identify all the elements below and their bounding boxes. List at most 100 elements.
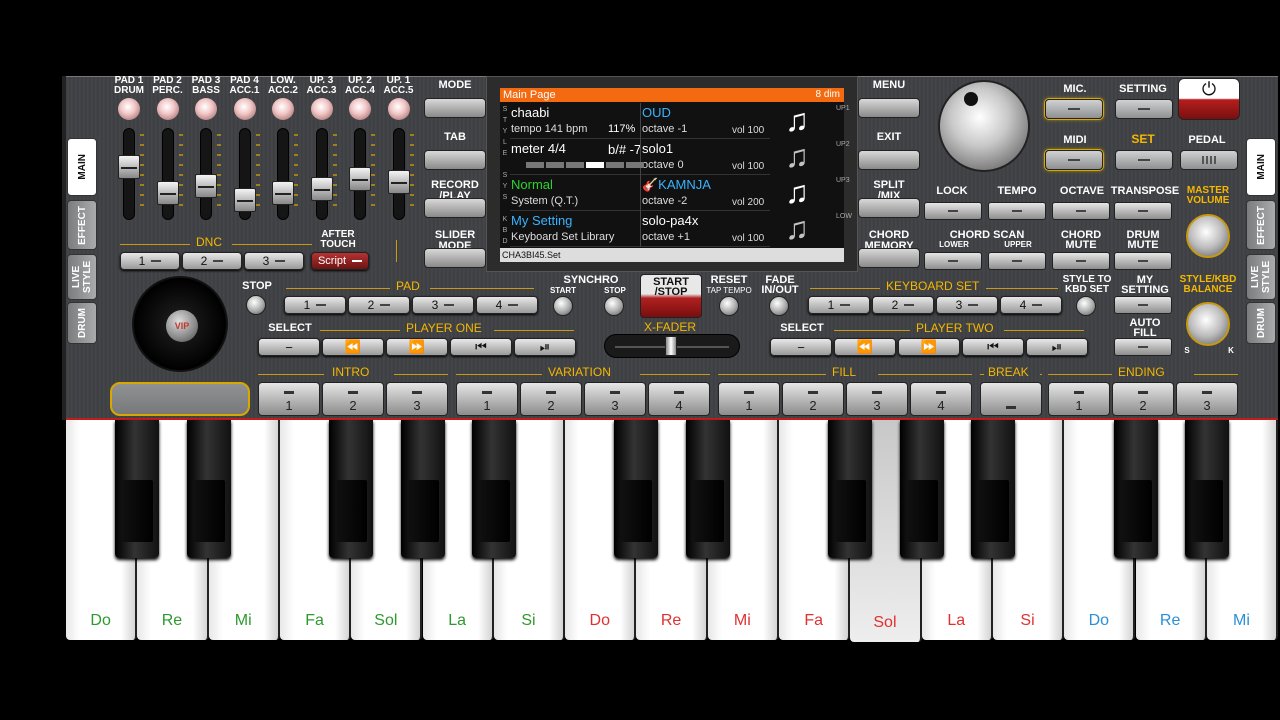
balance-knob[interactable] (1186, 302, 1230, 346)
forward-button[interactable]: ⏩ (898, 338, 960, 356)
fader-thumb[interactable] (195, 173, 217, 198)
black-key[interactable] (899, 420, 944, 558)
break-button-1[interactable] (980, 382, 1042, 416)
ending-button-3[interactable]: 3 (1176, 382, 1238, 416)
power-button[interactable]: ⏻ (1178, 78, 1240, 120)
transpose-button[interactable] (1114, 202, 1172, 220)
black-key[interactable] (970, 420, 1015, 558)
fader-thumb[interactable] (156, 180, 179, 205)
fill-button-1[interactable]: 1 (718, 382, 780, 416)
chord-mute-button[interactable] (1052, 252, 1110, 270)
black-key[interactable] (329, 420, 374, 558)
kbd-set-button-4[interactable]: 4 (1000, 296, 1062, 314)
fill-button-2[interactable]: 2 (782, 382, 844, 416)
vip-jog[interactable]: VIP (132, 276, 228, 372)
previous-button[interactable]: ⏮ (962, 338, 1024, 356)
display-row[interactable]: chaabi tempo 141 bpm 117% OUD octave -1 vol 1… (510, 103, 770, 139)
pad-knob[interactable] (349, 98, 371, 120)
previous-button[interactable]: ⏮ (450, 338, 512, 356)
play-stop-button[interactable]: ⏯ (514, 338, 576, 356)
fader-thumb[interactable] (349, 166, 371, 191)
black-key[interactable] (471, 420, 516, 558)
text-field[interactable] (110, 382, 250, 416)
style-to-kbd-knob[interactable] (1076, 296, 1096, 316)
play-stop-button[interactable]: ⏯ (1026, 338, 1088, 356)
lock-button[interactable] (924, 202, 982, 220)
menu-mode-button[interactable] (424, 98, 486, 118)
pad-knob[interactable] (310, 98, 333, 120)
menu-record-play-button[interactable] (424, 198, 486, 218)
script-button[interactable]: Script (311, 252, 369, 270)
intro-button-1[interactable]: 1 (258, 382, 320, 416)
menu-split-mix-button[interactable] (858, 198, 920, 218)
jog-wheel[interactable] (938, 80, 1030, 172)
pad-button-3[interactable]: 3 (412, 296, 474, 314)
pad-knob[interactable] (233, 98, 256, 120)
black-key[interactable] (115, 420, 160, 558)
tempo-down-button[interactable] (988, 202, 1046, 220)
fill-button-4[interactable]: 4 (910, 382, 972, 416)
pad-knob[interactable] (195, 98, 217, 120)
fader-thumb[interactable] (233, 187, 256, 212)
ending-button-2[interactable]: 2 (1112, 382, 1174, 416)
chord-scan-lower-button[interactable] (924, 252, 982, 270)
display-row[interactable]: My Setting Keyboard Set Library solo-pa4x o… (510, 211, 770, 247)
start-stop-button[interactable]: START /STOP (640, 274, 702, 318)
pad-knob[interactable] (118, 98, 140, 120)
mic-button[interactable] (1045, 99, 1103, 119)
setting-button[interactable] (1115, 99, 1173, 119)
black-key[interactable] (1113, 420, 1158, 558)
intro-button-2[interactable]: 2 (322, 382, 384, 416)
side-tab-main[interactable]: MAIN (67, 138, 97, 196)
fader-thumb[interactable] (310, 177, 333, 201)
side-tab-main[interactable]: MAIN (1246, 138, 1276, 196)
side-tab-live-style[interactable]: LIVE STYLE (1246, 254, 1276, 300)
fader-thumb[interactable] (387, 170, 410, 194)
pad-knob[interactable] (156, 98, 179, 120)
menu-slider-mode-button[interactable] (424, 248, 486, 268)
black-key[interactable] (614, 420, 659, 558)
side-tab-effect[interactable]: EFFECT (67, 200, 97, 250)
menu-chord-memory-button[interactable] (858, 248, 920, 268)
black-key[interactable] (400, 420, 445, 558)
variation-button-1[interactable]: 1 (456, 382, 518, 416)
menu-tab-button[interactable] (424, 150, 486, 170)
display-row[interactable]: meter 4/4 b/# -7 solo1 octave 0 vol 100 (510, 139, 770, 175)
synchro-start-knob[interactable] (553, 296, 573, 316)
select-button[interactable]: − (258, 338, 320, 356)
select-button[interactable]: − (770, 338, 832, 356)
midi-button[interactable] (1045, 150, 1103, 170)
side-tab-effect[interactable]: EFFECT (1246, 200, 1276, 250)
set-button[interactable] (1115, 150, 1173, 170)
dnc-button-1[interactable]: 1 (120, 252, 180, 270)
pad-button-2[interactable]: 2 (348, 296, 410, 314)
ending-button-1[interactable]: 1 (1048, 382, 1110, 416)
pedal-button[interactable] (1180, 150, 1238, 170)
auto-fill-button[interactable] (1114, 338, 1172, 356)
intro-button-3[interactable]: 3 (386, 382, 448, 416)
kbd-set-button-1[interactable]: 1 (808, 296, 870, 314)
x-fader-thumb[interactable] (665, 336, 677, 356)
chord-scan-upper-button[interactable] (988, 252, 1046, 270)
dnc-button-3[interactable]: 3 (244, 252, 304, 270)
pad-button-4[interactable]: 4 (476, 296, 538, 314)
black-key[interactable] (1184, 420, 1229, 558)
side-tab-drum[interactable]: DRUM (1246, 302, 1276, 344)
fader-thumb[interactable] (118, 154, 140, 179)
my-setting-button[interactable] (1114, 296, 1172, 314)
side-tab-live-style[interactable]: LIVE STYLE (67, 254, 97, 300)
dnc-button-2[interactable]: 2 (182, 252, 242, 270)
black-key[interactable] (685, 420, 730, 558)
variation-button-2[interactable]: 2 (520, 382, 582, 416)
kbd-set-button-2[interactable]: 2 (872, 296, 934, 314)
menu-menu-button[interactable] (858, 98, 920, 118)
black-key[interactable] (828, 420, 873, 558)
forward-button[interactable]: ⏩ (386, 338, 448, 356)
display-row[interactable]: Normal System (Q.T.) 🎸KAMNJA octave -2 vol 2… (510, 175, 770, 211)
pad-button-1[interactable]: 1 (284, 296, 346, 314)
fade-knob[interactable] (769, 296, 789, 316)
fader-thumb[interactable] (272, 180, 294, 205)
rewind-button[interactable]: ⏪ (834, 338, 896, 356)
menu-exit-button[interactable] (858, 150, 920, 170)
variation-button-4[interactable]: 4 (648, 382, 710, 416)
